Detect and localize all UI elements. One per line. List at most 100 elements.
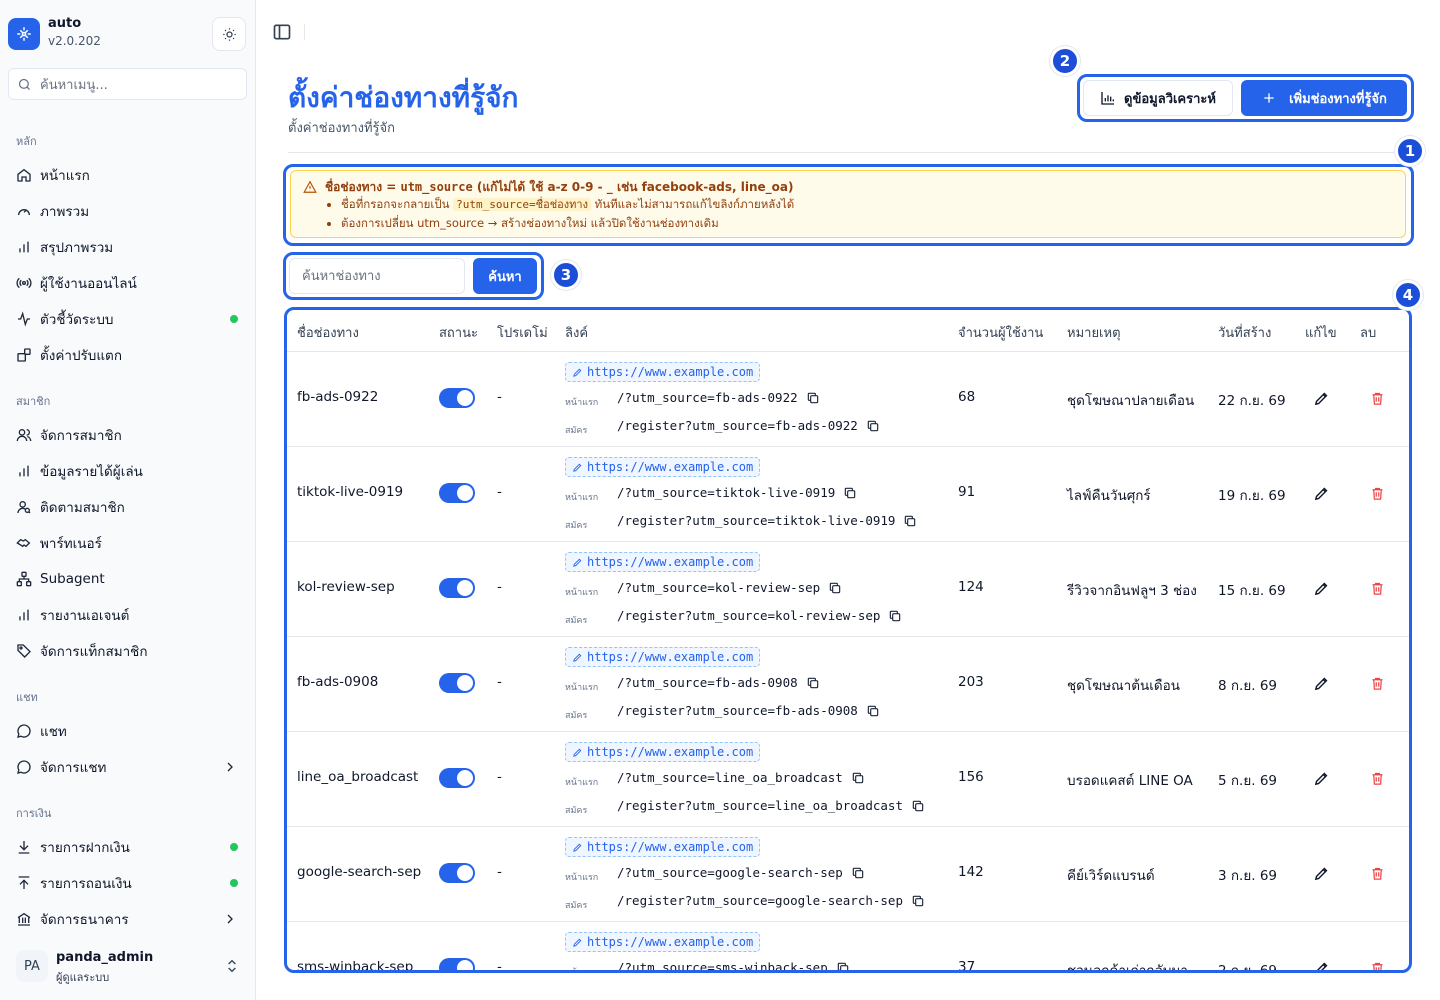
channel-note: บรอดแคสต์ LINE OA (1067, 773, 1193, 789)
sidebar-item-chat[interactable]: แชท (8, 715, 248, 747)
view-analytics-button[interactable]: ดูข้อมูลวิเคราะห์ (1083, 80, 1233, 116)
copy-icon[interactable] (828, 581, 842, 595)
base-url-chip[interactable]: https://www.example.com (565, 742, 761, 762)
channel-search-input[interactable] (289, 258, 465, 294)
sidebar-item-settings[interactable]: ตั้งค่าปรับแตก (8, 339, 248, 371)
sidebar-item-member-tags[interactable]: จัดการแท็กสมาชิก (8, 635, 248, 667)
register-link-label: สมัคร (565, 711, 588, 721)
user-count: 203 (958, 674, 984, 690)
trash-icon[interactable] (1370, 391, 1385, 406)
copy-icon[interactable] (806, 391, 820, 405)
home-link-label: หน้าแรก (565, 398, 599, 408)
copy-icon[interactable] (851, 866, 865, 880)
column-header-link[interactable]: ลิงค์ (565, 322, 588, 343)
copy-icon[interactable] (866, 419, 880, 433)
sidebar-item-agent-report[interactable]: รายงานเอเจนต์ (8, 599, 248, 631)
sidebar-item-deposits[interactable]: รายการฝากเงิน (8, 831, 248, 863)
sidebar-item-subagent[interactable]: Subagent (8, 563, 248, 595)
sidebar-item-manage-members[interactable]: จัดการสมาชิก (8, 419, 248, 451)
sidebar-toggle-icon[interactable] (272, 22, 292, 42)
column-header-users[interactable]: จำนวนผู้ใช้งาน (958, 322, 1043, 343)
column-header-status[interactable]: สถานะ (439, 322, 478, 343)
status-toggle[interactable] (439, 578, 475, 598)
sidebar-item-label: ติดตามสมาชิก (40, 500, 125, 516)
chat-icon (17, 760, 31, 774)
register-link-label: สมัคร (565, 616, 588, 626)
base-url-chip[interactable]: https://www.example.com (565, 932, 761, 952)
trash-icon[interactable] (1370, 581, 1385, 596)
sidebar-item-system-metrics[interactable]: ตัวชี้วัดระบบ (8, 303, 248, 335)
register-link-label: สมัคร (565, 901, 588, 911)
sidebar-item-manage-chat[interactable]: จัดการแชท (8, 751, 248, 783)
status-toggle[interactable] (439, 673, 475, 693)
status-toggle[interactable] (439, 958, 475, 970)
alert-list: ชื่อที่กรอกจะกลายเป็น ?utm_source=ชื่อช่… (341, 195, 1393, 233)
edit-icon[interactable] (1313, 960, 1330, 970)
base-url: https://www.example.com (587, 460, 754, 474)
sidebar-item-partner[interactable]: พาร์ทเนอร์ (8, 527, 248, 559)
base-url-chip[interactable]: https://www.example.com (565, 837, 761, 857)
column-header-date[interactable]: วันที่สร้าง (1218, 322, 1271, 343)
sidebar-item-online-users[interactable]: ผู้ใช้งานออนไลน์ (8, 267, 248, 299)
base-url-chip[interactable]: https://www.example.com (565, 457, 761, 477)
base-url-chip[interactable]: https://www.example.com (565, 552, 761, 572)
column-header-promo[interactable]: โปรเดโม่ (497, 322, 548, 343)
home-link: /?utm_source=tiktok-live-0919 (617, 485, 857, 500)
base-url-chip[interactable]: https://www.example.com (565, 362, 761, 382)
copy-icon[interactable] (888, 609, 902, 623)
edit-icon[interactable] (1313, 485, 1330, 502)
copy-icon[interactable] (866, 704, 880, 718)
theme-toggle-button[interactable] (212, 17, 246, 51)
sidebar-item-withdrawals[interactable]: รายการถอนเงิน (8, 867, 248, 899)
channel-name: fb-ads-0908 (297, 674, 379, 690)
pencil-icon (573, 653, 582, 662)
status-toggle[interactable] (439, 483, 475, 503)
trash-icon[interactable] (1370, 771, 1385, 786)
copy-icon[interactable] (843, 486, 857, 500)
sidebar-item-banks[interactable]: จัดการธนาคาร (8, 903, 248, 935)
channels-table: ชื่อช่องทาง สถานะ โปรเดโม่ ลิงค์ จำนวนผู… (287, 310, 1409, 970)
copy-icon[interactable] (806, 676, 820, 690)
trash-icon[interactable] (1370, 486, 1385, 501)
sidebar-item-track-members[interactable]: ติดตามสมาชิก (8, 491, 248, 523)
edit-icon[interactable] (1313, 770, 1330, 787)
edit-icon[interactable] (1313, 390, 1330, 407)
add-channel-button[interactable]: เพิ่มช่องทางที่รู้จัก (1241, 80, 1407, 116)
search-button[interactable]: ค้นหา (473, 258, 537, 294)
alert-line1-suffix: ทันทีและไม่สามารถแก้ไขลิงก์ภายหลังได้ (590, 197, 795, 211)
user-count: 37 (958, 959, 976, 970)
sidebar-item-player-revenue[interactable]: ข้อมูลรายได้ผู้เล่น (8, 455, 248, 487)
edit-icon[interactable] (1313, 865, 1330, 882)
trash-icon[interactable] (1370, 961, 1385, 970)
column-header-note[interactable]: หมายเหตุ (1067, 322, 1121, 343)
base-url-chip[interactable]: https://www.example.com (565, 647, 761, 667)
copy-icon[interactable] (903, 514, 917, 528)
channel-note: ชวนลูกค้าเก่ากลับมา (1067, 959, 1188, 970)
column-header-name[interactable]: ชื่อช่องทาง (297, 322, 359, 343)
home-link-label: หน้าแรก (565, 965, 598, 970)
sidebar-item-label: Subagent (40, 571, 105, 587)
tag-icon (17, 644, 31, 658)
edit-icon[interactable] (1313, 580, 1330, 597)
copy-icon[interactable] (836, 961, 850, 971)
menu-search-input[interactable]: ค้นหาเมนู... (8, 68, 247, 100)
trash-icon[interactable] (1370, 866, 1385, 881)
base-url: https://www.example.com (587, 745, 754, 759)
sidebar-item-label: รายการฝากเงิน (40, 840, 130, 856)
sidebar-item-summary[interactable]: สรุปภาพรวม (8, 231, 248, 263)
app-version: v2.0.202 (48, 34, 101, 48)
sidebar-item-home[interactable]: หน้าแรก (8, 159, 248, 191)
status-toggle[interactable] (439, 768, 475, 788)
copy-icon[interactable] (911, 799, 925, 813)
home-link-label: หน้าแรก (565, 683, 599, 693)
copy-icon[interactable] (911, 894, 925, 908)
edit-icon[interactable] (1313, 675, 1330, 692)
sidebar-item-label: ผู้ใช้งานออนไลน์ (40, 276, 137, 292)
trash-icon[interactable] (1370, 676, 1385, 691)
table-row: line_oa_broadcast - https://www.example.co… (287, 732, 1409, 827)
sidebar-item-overview[interactable]: ภาพรวม (8, 195, 248, 227)
copy-icon[interactable] (851, 771, 865, 785)
status-toggle[interactable] (439, 388, 475, 408)
status-toggle[interactable] (439, 863, 475, 883)
user-menu[interactable]: PA panda_admin ผู้ดูแลระบบ (8, 944, 248, 992)
